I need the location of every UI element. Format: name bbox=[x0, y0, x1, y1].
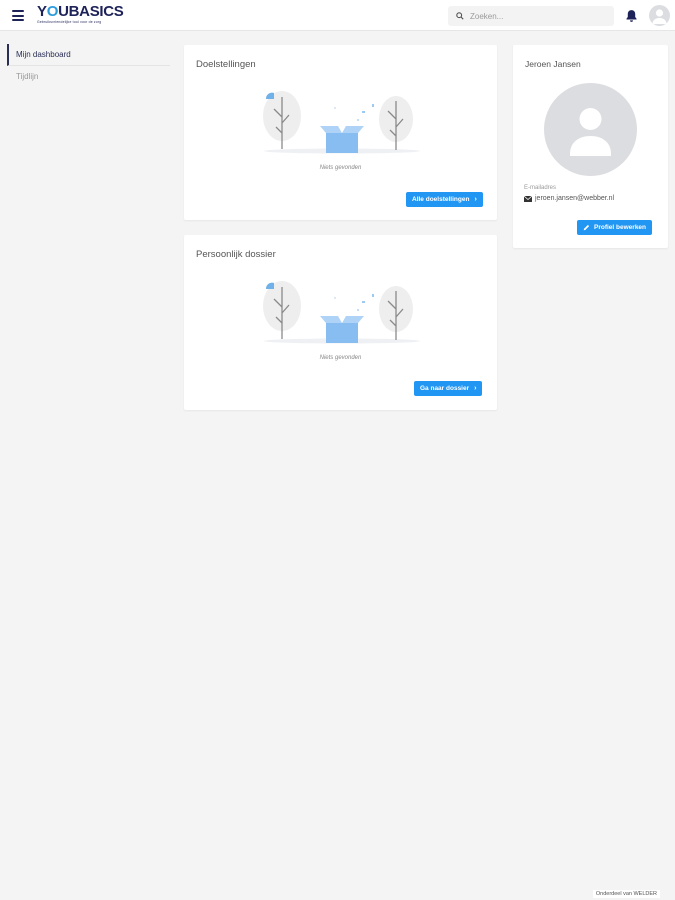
email-label: E-mailadres bbox=[524, 185, 557, 191]
chevron-right-icon: › bbox=[474, 196, 477, 203]
logo-tagline: Gebruiksvriendelijke tool voor de zorg bbox=[37, 20, 102, 24]
bell-icon[interactable] bbox=[625, 9, 638, 23]
empty-state-text: Niets gevonden bbox=[319, 165, 362, 171]
sidebar: Mijn dashboard Tijdlijn bbox=[7, 44, 170, 88]
chevron-right-icon: › bbox=[474, 385, 477, 392]
dossier-card: Persoonlijk dossier Niets gevonden Ga na… bbox=[184, 235, 497, 410]
goals-card-title: Doelstellingen bbox=[196, 59, 256, 70]
sidebar-item-timeline[interactable]: Tijdlijn bbox=[7, 66, 170, 88]
top-bar: YOUBASICS Gebruiksvriendelijke tool voor… bbox=[0, 0, 675, 31]
email-value[interactable]: jeroen.jansen@webber.nl bbox=[535, 195, 614, 202]
pencil-icon bbox=[583, 224, 590, 231]
profile-name: Jeroen Jansen bbox=[525, 59, 581, 69]
empty-state-illustration bbox=[263, 281, 420, 344]
profile-card: Jeroen Jansen E-mailadres jeroen.jansen@… bbox=[513, 45, 668, 248]
sidebar-item-dashboard[interactable]: Mijn dashboard bbox=[7, 44, 170, 66]
edit-profile-button[interactable]: Profiel bewerken bbox=[577, 220, 653, 235]
hamburger-icon[interactable] bbox=[12, 10, 24, 21]
email-row: jeroen.jansen@webber.nl bbox=[524, 195, 614, 202]
envelope-icon bbox=[524, 195, 532, 202]
profile-avatar bbox=[544, 83, 637, 176]
search-input[interactable] bbox=[470, 11, 600, 21]
search-icon bbox=[456, 12, 464, 20]
all-goals-button[interactable]: Alle doelstellingen › bbox=[406, 192, 483, 207]
go-to-dossier-button[interactable]: Ga naar dossier › bbox=[414, 381, 483, 396]
dossier-card-title: Persoonlijk dossier bbox=[196, 249, 276, 260]
logo[interactable]: YOUBASICS Gebruiksvriendelijke tool voor… bbox=[37, 4, 129, 26]
footer-text: Onderdeel van WELDER bbox=[592, 890, 660, 898]
empty-state-text: Niets gevonden bbox=[319, 355, 362, 361]
goals-card: Doelstellingen Niets gevonden Alle doels… bbox=[184, 45, 497, 220]
search-box[interactable] bbox=[448, 6, 614, 26]
user-avatar-icon[interactable] bbox=[649, 5, 670, 26]
empty-state-illustration bbox=[263, 91, 420, 154]
